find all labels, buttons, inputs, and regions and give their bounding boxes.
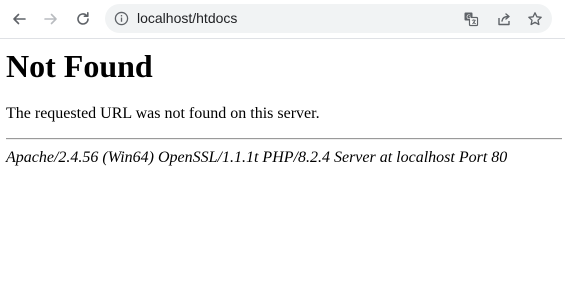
- error-message: The requested URL was not found on this …: [6, 105, 320, 122]
- reload-icon[interactable]: [70, 6, 96, 32]
- svg-text:G: G: [466, 14, 471, 21]
- address-bar[interactable]: localhost/htdocs G: [105, 4, 552, 33]
- divider: [6, 138, 562, 140]
- back-arrow-icon[interactable]: [6, 6, 32, 32]
- server-signature: Apache/2.4.56 (Win64) OpenSSL/1.1.1t PHP…: [6, 149, 508, 166]
- translate-icon[interactable]: G: [462, 10, 479, 27]
- star-icon[interactable]: [526, 10, 543, 27]
- url-text[interactable]: localhost/htdocs: [137, 10, 237, 26]
- info-icon[interactable]: [114, 11, 129, 26]
- share-icon[interactable]: [495, 10, 512, 27]
- page-title: Not Found: [6, 48, 153, 84]
- browser-toolbar: localhost/htdocs G: [0, 0, 565, 39]
- forward-arrow-icon[interactable]: [38, 6, 64, 32]
